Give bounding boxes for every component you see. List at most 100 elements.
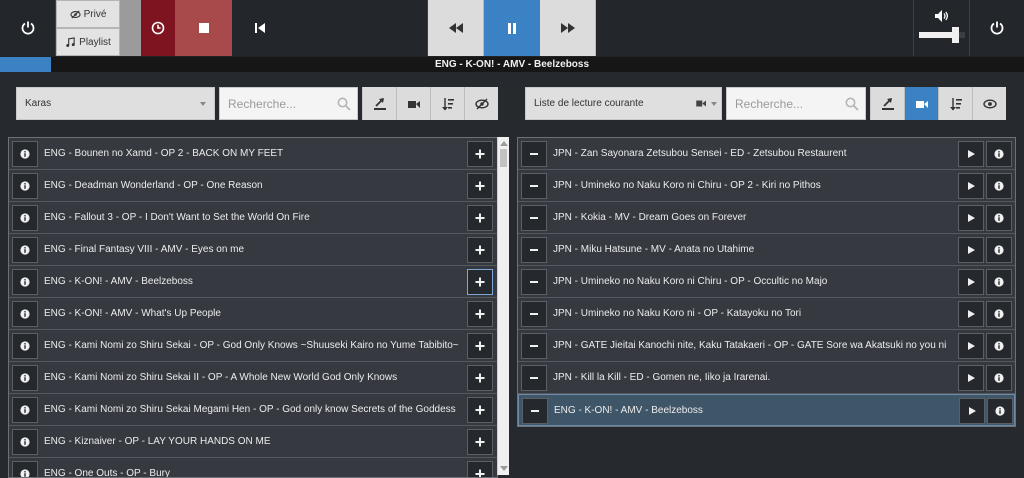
library-row-title: ENG - Kami Nomi zo Shiru Sekai - OP - Go… — [44, 340, 459, 351]
stop-button[interactable] — [175, 0, 232, 56]
add-to-playlist-button[interactable] — [467, 397, 493, 423]
left-panel-controls: Karas — [16, 87, 498, 120]
minus-icon — [530, 281, 538, 283]
playlist-mode-button[interactable]: Playlist — [56, 28, 120, 56]
info-button[interactable] — [12, 141, 38, 167]
minus-icon — [530, 313, 538, 315]
play-song-button[interactable] — [958, 333, 984, 359]
right-visibility-button[interactable] — [972, 87, 1006, 120]
library-row-title: ENG - Final Fantasy VIII - AMV - Eyes on… — [44, 244, 245, 255]
play-song-button[interactable] — [959, 398, 985, 424]
play-song-button[interactable] — [958, 365, 984, 391]
info-button[interactable] — [986, 301, 1012, 327]
info-button[interactable] — [986, 269, 1012, 295]
play-song-button[interactable] — [958, 301, 984, 327]
remove-from-playlist-button[interactable] — [521, 141, 547, 167]
search-icon[interactable] — [845, 97, 859, 111]
source-select[interactable]: Karas — [16, 87, 215, 120]
play-song-button[interactable] — [958, 173, 984, 199]
info-button[interactable] — [12, 237, 38, 263]
play-song-button[interactable] — [958, 269, 984, 295]
right-video-button[interactable] — [904, 87, 938, 120]
add-to-playlist-button[interactable] — [467, 365, 493, 391]
add-to-playlist-button[interactable] — [467, 141, 493, 167]
info-button[interactable] — [12, 461, 38, 477]
power-button-left[interactable] — [0, 0, 56, 56]
left-import-button[interactable] — [362, 87, 396, 120]
info-button[interactable] — [986, 333, 1012, 359]
current-playlist-list: JPN - Zan Sayonara Zetsubou Sensei - ED … — [517, 137, 1016, 427]
add-to-playlist-button[interactable] — [467, 429, 493, 455]
add-to-playlist-button[interactable] — [467, 461, 493, 477]
rewind-button[interactable] — [428, 0, 484, 56]
remove-from-playlist-button[interactable] — [521, 205, 547, 231]
info-button[interactable] — [986, 141, 1012, 167]
info-button[interactable] — [12, 333, 38, 359]
pause-icon — [508, 22, 516, 34]
library-row-title: ENG - Kiznaiver - OP - LAY YOUR HANDS ON… — [44, 436, 271, 447]
song-progress-bar[interactable]: ENG - K-ON! - AMV - Beelzeboss — [0, 57, 1024, 72]
play-song-button[interactable] — [958, 141, 984, 167]
info-button[interactable] — [987, 398, 1013, 424]
remove-from-playlist-button[interactable] — [521, 365, 547, 391]
info-button[interactable] — [986, 173, 1012, 199]
caret-down-icon — [711, 102, 717, 106]
left-video-button[interactable] — [396, 87, 430, 120]
info-button[interactable] — [12, 429, 38, 455]
add-to-playlist-button[interactable] — [467, 269, 493, 295]
remove-from-playlist-button[interactable] — [521, 269, 547, 295]
add-to-playlist-button[interactable] — [467, 301, 493, 327]
info-button[interactable] — [12, 269, 38, 295]
volume-control[interactable] — [914, 0, 970, 56]
playlist-row-title: ENG - K-ON! - AMV - Beelzeboss — [554, 405, 703, 416]
private-mode-button[interactable]: Privé — [56, 0, 120, 28]
sort-list-icon — [441, 97, 454, 110]
scroll-up-arrow-icon[interactable] — [500, 141, 508, 146]
info-button[interactable] — [986, 205, 1012, 231]
left-sort-button[interactable] — [430, 87, 464, 120]
playlist-select[interactable]: Liste de lecture courante — [525, 87, 722, 120]
right-import-button[interactable] — [870, 87, 904, 120]
minus-icon — [530, 249, 538, 251]
remove-from-playlist-button[interactable] — [522, 398, 548, 424]
fast-forward-button[interactable] — [540, 0, 596, 56]
info-icon — [20, 309, 30, 319]
scroll-down-arrow-icon[interactable] — [500, 466, 508, 471]
info-icon — [994, 213, 1004, 223]
info-icon — [20, 245, 30, 255]
info-button[interactable] — [12, 205, 38, 231]
previous-button[interactable] — [232, 0, 428, 56]
volume-slider[interactable] — [918, 27, 965, 43]
pause-button[interactable] — [484, 0, 540, 56]
add-to-playlist-button[interactable] — [467, 333, 493, 359]
info-button[interactable] — [12, 301, 38, 327]
remove-from-playlist-button[interactable] — [521, 237, 547, 263]
history-button[interactable] — [141, 0, 175, 56]
power-icon — [21, 21, 34, 35]
playlist-row-title: JPN - Kokia - MV - Dream Goes on Forever — [553, 212, 747, 223]
library-scrollbar[interactable] — [497, 137, 509, 475]
add-to-playlist-button[interactable] — [467, 237, 493, 263]
library-row-title: ENG - One Outs - OP - Bury — [44, 468, 170, 478]
info-button[interactable] — [12, 365, 38, 391]
power-button-right[interactable] — [970, 0, 1024, 56]
play-song-button[interactable] — [958, 237, 984, 263]
scroll-thumb[interactable] — [500, 149, 507, 167]
search-icon[interactable] — [337, 97, 351, 111]
plus-icon — [475, 181, 485, 191]
info-button[interactable] — [986, 237, 1012, 263]
info-button[interactable] — [12, 173, 38, 199]
sort-list-icon — [949, 97, 962, 110]
info-button[interactable] — [12, 397, 38, 423]
left-visibility-button[interactable] — [464, 87, 498, 120]
remove-from-playlist-button[interactable] — [521, 301, 547, 327]
eye-slash-icon — [69, 9, 81, 19]
add-to-playlist-button[interactable] — [467, 173, 493, 199]
play-song-button[interactable] — [958, 205, 984, 231]
info-button[interactable] — [986, 365, 1012, 391]
remove-from-playlist-button[interactable] — [521, 333, 547, 359]
volume-slider-thumb[interactable] — [952, 27, 960, 43]
add-to-playlist-button[interactable] — [467, 205, 493, 231]
remove-from-playlist-button[interactable] — [521, 173, 547, 199]
right-sort-button[interactable] — [938, 87, 972, 120]
